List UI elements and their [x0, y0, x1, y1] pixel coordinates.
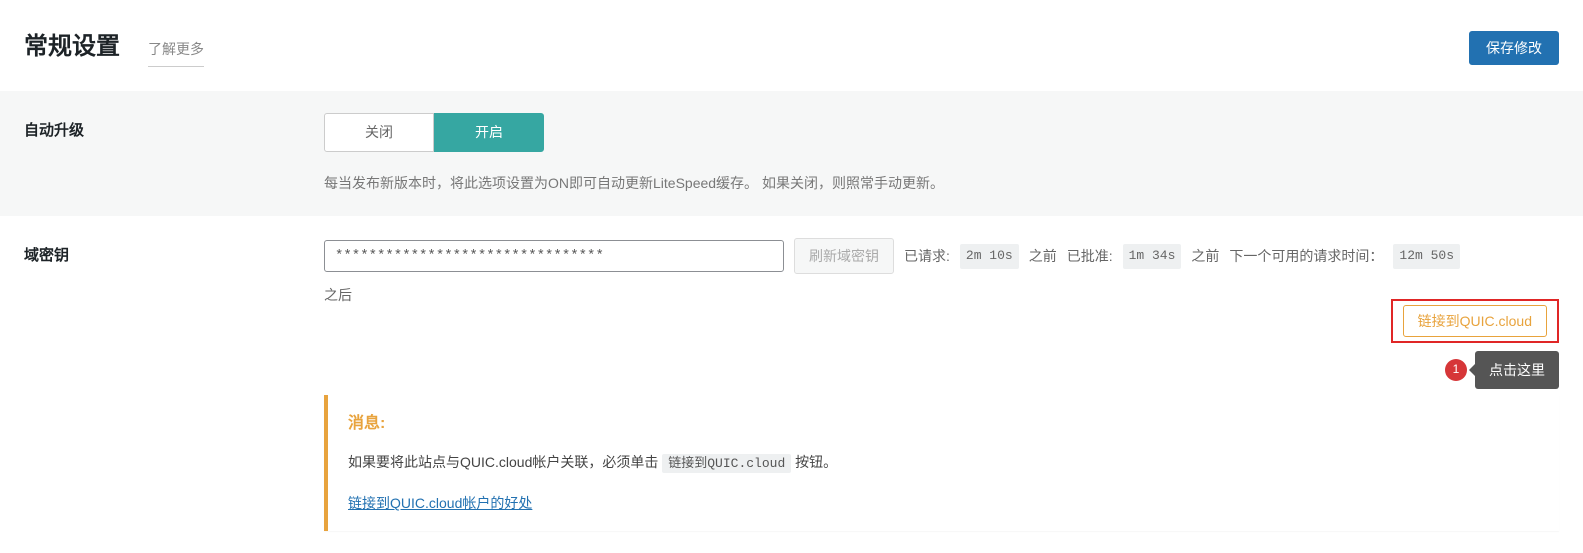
auto-upgrade-content: 关闭 开启 每当发布新版本时，将此选项设置为ON即可自动更新LiteSpeed缓… [324, 113, 1559, 194]
domain-key-input[interactable] [324, 240, 784, 272]
learn-more-link[interactable]: 了解更多 [148, 38, 204, 67]
approved-suffix: 之前 [1191, 245, 1219, 267]
auto-upgrade-label: 自动升级 [24, 113, 324, 143]
notice-inline-code: 链接到QUIC.cloud [662, 454, 791, 473]
refresh-key-button[interactable]: 刷新域密钥 [794, 238, 894, 274]
requested-time: 2m 10s [960, 244, 1019, 269]
notice-box: 消息: 如果要将此站点与QUIC.cloud帐户关联，必须单击 链接到QUIC.… [324, 395, 1559, 531]
callout-row: 1 点击这里 [324, 351, 1559, 389]
link-cloud-highlight-box: 链接到QUIC.cloud [1391, 299, 1559, 343]
next-request-time: 12m 50s [1393, 244, 1460, 269]
notice-text: 如果要将此站点与QUIC.cloud帐户关联，必须单击 链接到QUIC.clou… [348, 451, 1539, 475]
domain-key-section: 域密钥 刷新域密钥 已请求: 2m 10s 之前 已批准: 1m 34s 之前 … [0, 216, 1583, 553]
page-title: 常规设置 [24, 28, 120, 66]
domain-key-row: 刷新域密钥 已请求: 2m 10s 之前 已批准: 1m 34s 之前 下一个可… [324, 238, 1559, 306]
header-left: 常规设置 了解更多 [24, 28, 204, 67]
click-here-tooltip: 点击这里 [1475, 351, 1559, 389]
notice-title: 消息: [348, 411, 1539, 437]
toggle-on-button[interactable]: 开启 [434, 113, 544, 151]
step-badge: 1 [1445, 359, 1467, 381]
link-cloud-wrapper: 链接到QUIC.cloud [324, 299, 1559, 343]
next-request-label: 下一个可用的请求时间： [1229, 245, 1383, 267]
requested-label: 已请求: [904, 245, 950, 267]
page-header: 常规设置 了解更多 保存修改 [0, 0, 1583, 91]
save-button[interactable]: 保存修改 [1469, 31, 1559, 65]
toggle-off-button[interactable]: 关闭 [324, 113, 434, 151]
auto-upgrade-toggle: 关闭 开启 [324, 113, 544, 151]
domain-key-content: 刷新域密钥 已请求: 2m 10s 之前 已批准: 1m 34s 之前 下一个可… [324, 238, 1559, 531]
notice-text-after: 按钮。 [795, 454, 837, 470]
approved-label: 已批准: [1067, 245, 1113, 267]
link-to-quic-cloud-button[interactable]: 链接到QUIC.cloud [1403, 305, 1547, 337]
benefits-link[interactable]: 链接到QUIC.cloud帐户的好处 [348, 495, 532, 511]
auto-upgrade-description: 每当发布新版本时，将此选项设置为ON即可自动更新LiteSpeed缓存。 如果关… [324, 172, 1559, 194]
notice-text-before: 如果要将此站点与QUIC.cloud帐户关联，必须单击 [348, 454, 658, 470]
domain-key-label: 域密钥 [24, 238, 324, 268]
approved-time: 1m 34s [1123, 244, 1182, 269]
requested-suffix: 之前 [1029, 245, 1057, 267]
auto-upgrade-section: 自动升级 关闭 开启 每当发布新版本时，将此选项设置为ON即可自动更新LiteS… [0, 91, 1583, 216]
